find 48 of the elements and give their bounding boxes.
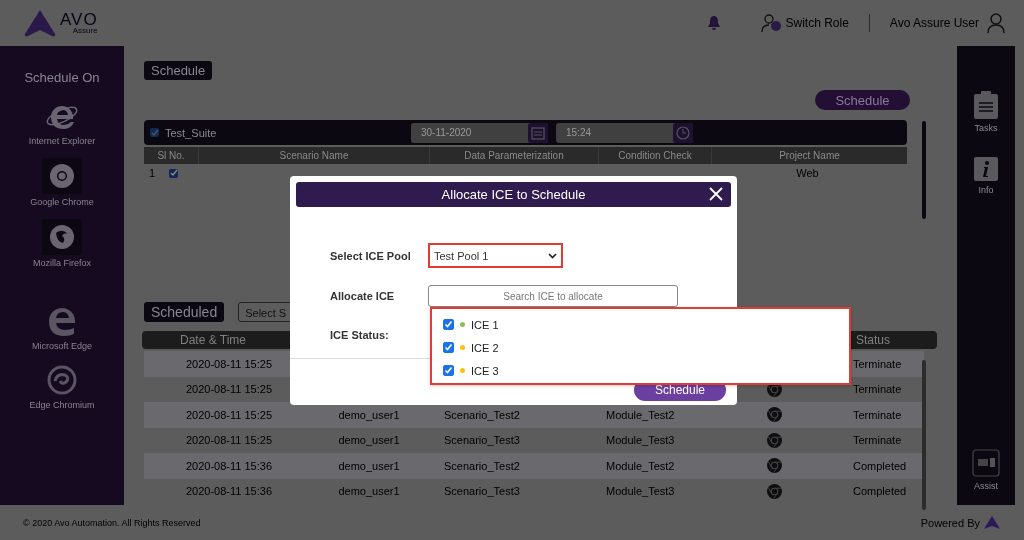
table-cell: 2020-08-11 15:25: [185, 408, 272, 421]
table-cell: 2020-08-11 15:25: [185, 383, 272, 396]
table-cell: Module_Test2: [606, 459, 675, 472]
table-cell: Terminate: [853, 357, 902, 370]
suite-name: Test_Suite: [165, 126, 218, 139]
table-cell: Terminate: [853, 383, 902, 396]
column-header: Project Name: [778, 149, 841, 163]
table-cell: Scenario_Test2: [444, 408, 520, 421]
table-cell: Scenario_Test3: [444, 434, 520, 447]
field-label: ICE Status:: [330, 329, 390, 341]
table-cell: Terminate: [853, 434, 902, 447]
column-header: Condition Check: [599, 147, 712, 164]
avo-logo: AVO Assure: [22, 8, 98, 38]
column-header: Date & Time: [179, 333, 247, 347]
copyright-text: © 2020 Avo Automation. All Rights Reserved: [23, 517, 201, 528]
table-cell: Module_Test2: [606, 408, 675, 421]
table-cell: Completed: [853, 459, 907, 472]
user-name: Avo Assure User: [889, 16, 979, 30]
table-cell: demo_user1: [338, 408, 400, 421]
table-cell: 2020-08-11 15:25: [185, 357, 272, 370]
ice-name: ICE 3: [471, 364, 499, 377]
ice-name: ICE 1: [471, 318, 499, 331]
table-cell: 2020-08-11 15:36: [185, 485, 272, 498]
sidebar-title: Schedule On: [24, 70, 100, 85]
table-cell-text: Web: [795, 167, 820, 179]
table-cell: 2020-08-11 15:25: [185, 434, 272, 447]
table-cell: Completed: [853, 485, 907, 498]
column-header: Status: [856, 333, 892, 347]
ice-name: ICE 2: [471, 341, 499, 354]
section-title: Schedule: [144, 61, 213, 80]
column-header: Sl No.: [144, 147, 199, 164]
row-number: 1: [149, 167, 156, 179]
field-label: Select ICE Pool: [330, 249, 412, 262]
table-cell: demo_user1: [338, 485, 400, 498]
table-cell: Terminate: [853, 408, 902, 421]
table-cell: demo_user1: [338, 459, 400, 472]
table-cell: Scenario_Test3: [444, 485, 520, 498]
table-cell: Module_Test3: [606, 485, 675, 498]
table-cell: demo_user1: [338, 434, 400, 447]
column-header: Data Parameterization: [430, 147, 599, 164]
powered-by-text: Powered By: [920, 516, 980, 529]
dialog-title: Allocate ICE to Schedule: [441, 187, 586, 202]
table-cell: 2020-08-11 15:36: [185, 459, 272, 472]
table-cell: Scenario_Test2: [444, 459, 520, 472]
section-title: Scheduled: [144, 302, 225, 322]
column-header: Scenario Name: [199, 147, 430, 164]
table-cell: Module_Test3: [606, 434, 675, 447]
field-label: Allocate ICE: [330, 290, 396, 302]
